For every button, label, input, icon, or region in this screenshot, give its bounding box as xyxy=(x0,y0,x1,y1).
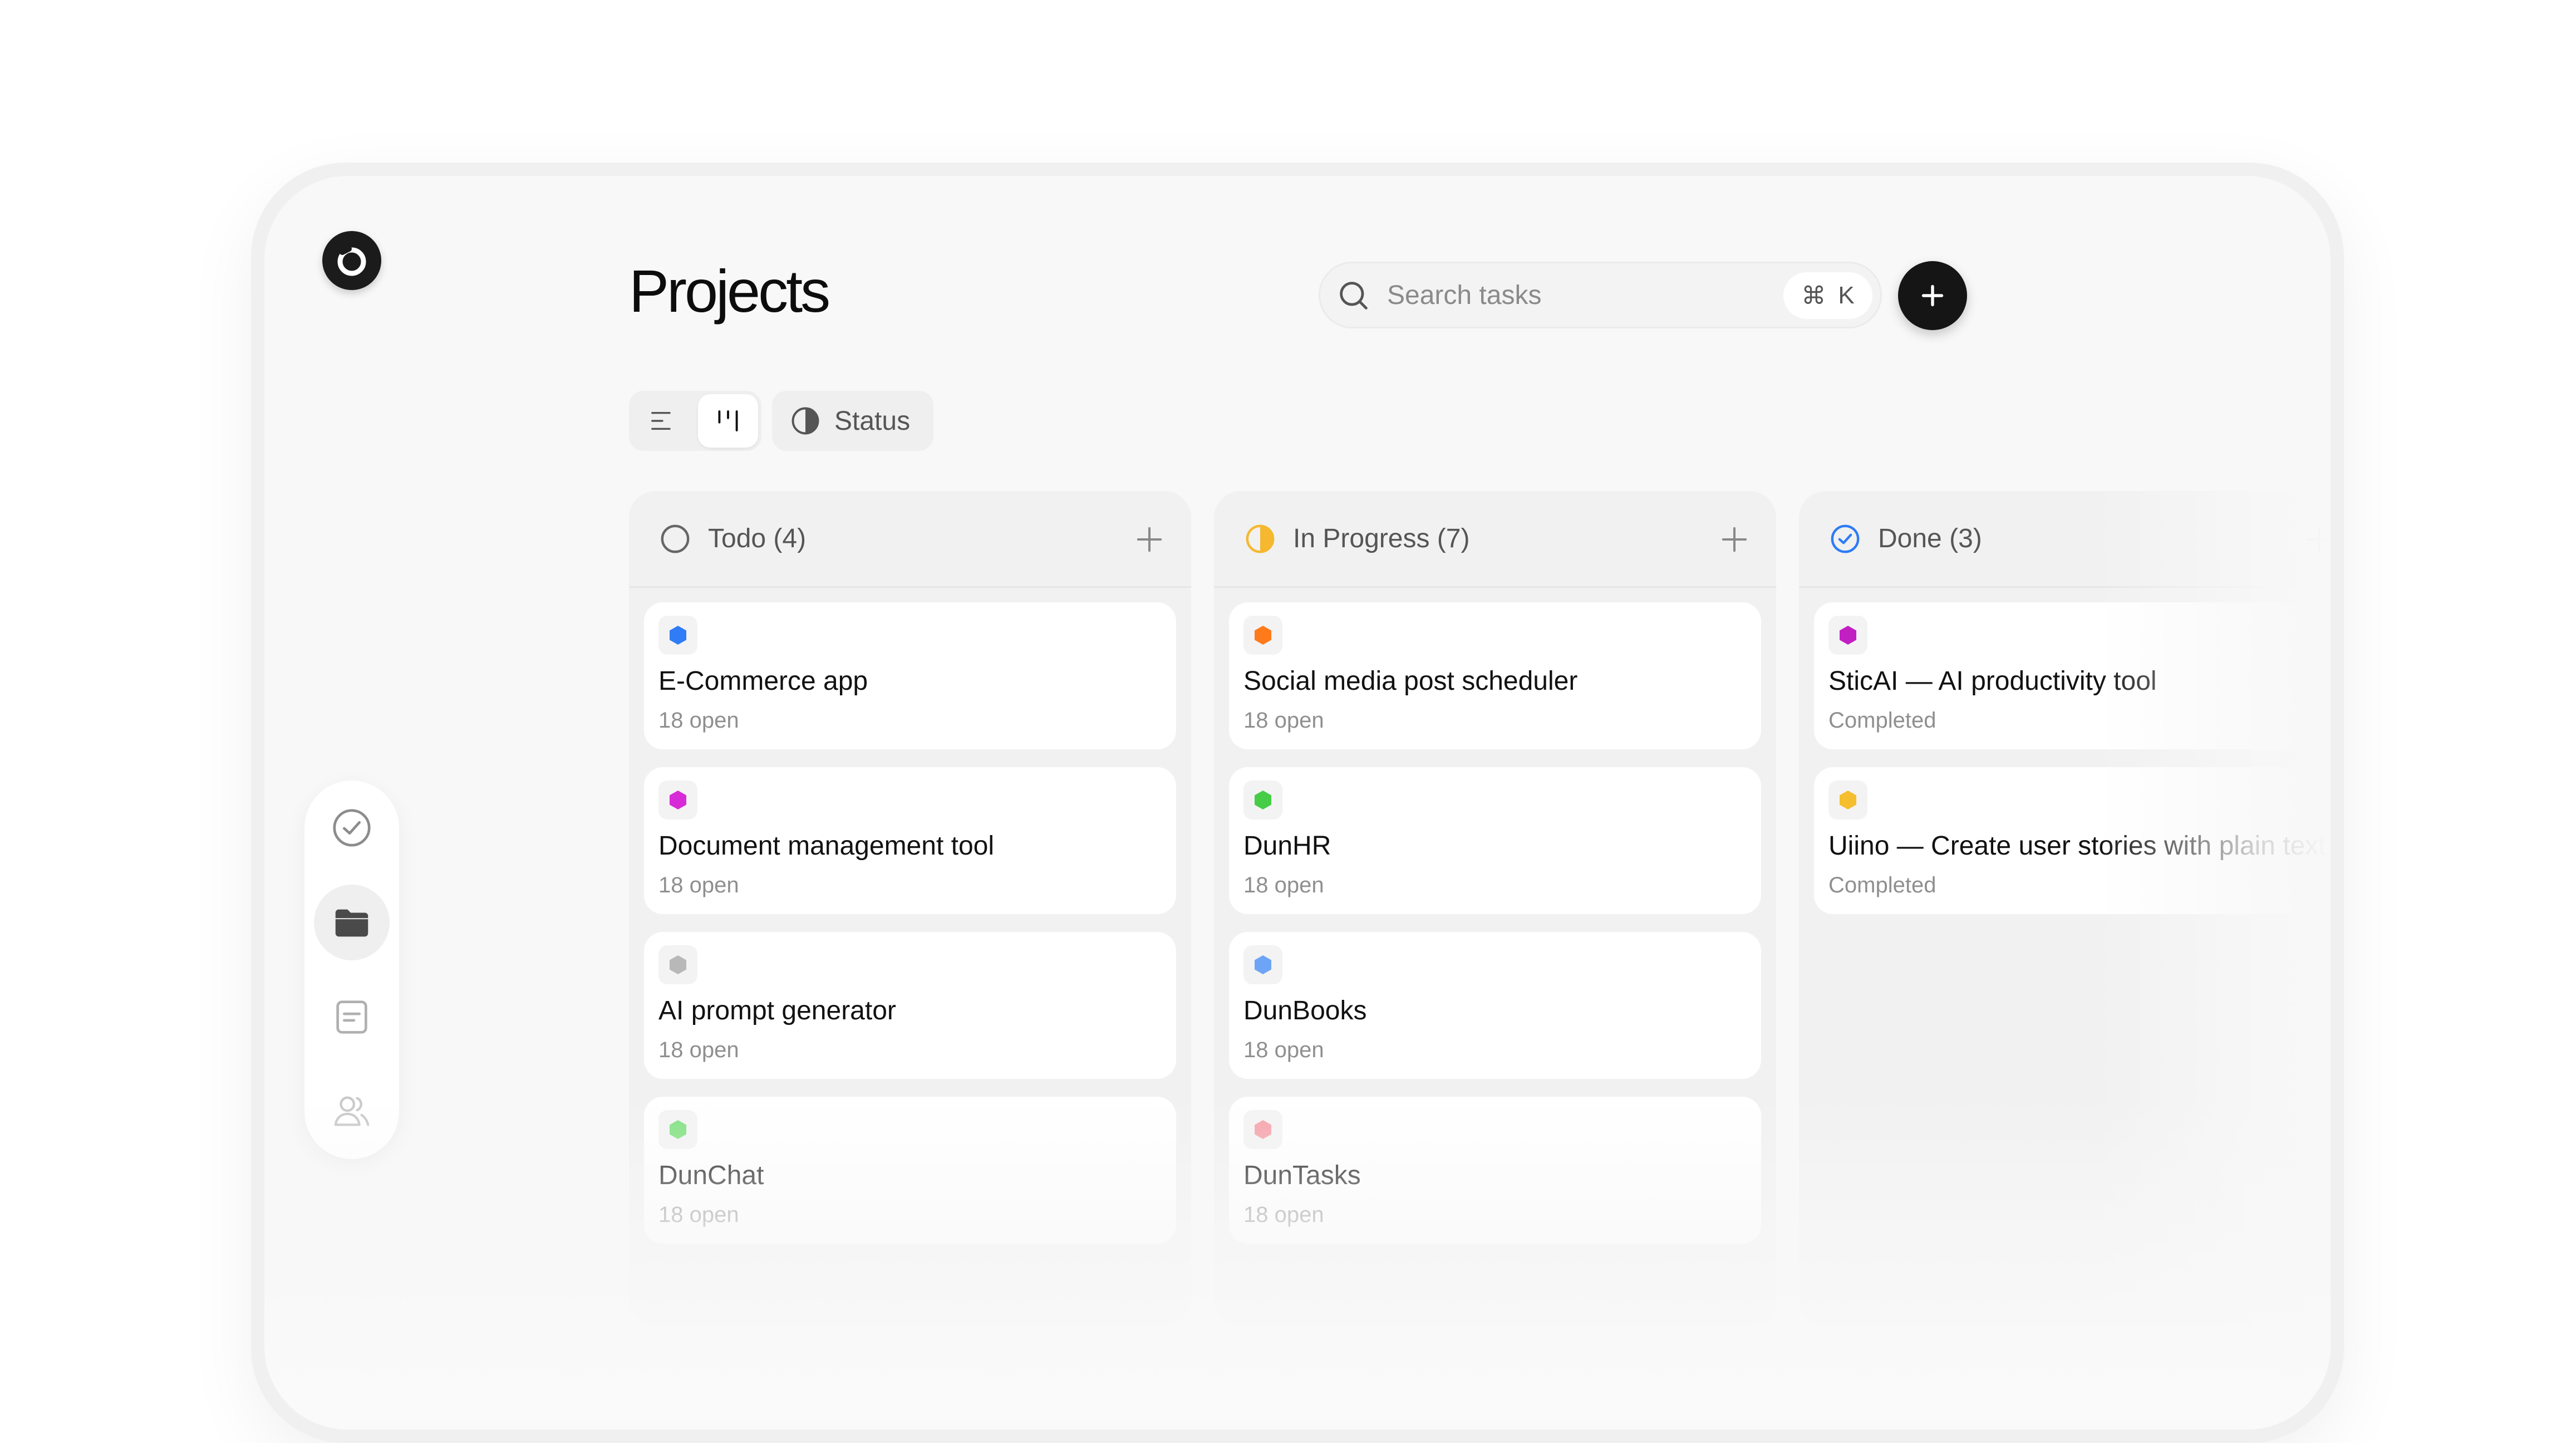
todo-status-icon xyxy=(661,524,690,553)
in-progress-status-icon xyxy=(1246,524,1275,553)
shortcut-hint: ⌘ K xyxy=(1783,272,1872,319)
project-open-count: 18 open xyxy=(658,1038,739,1062)
column-title: Todo (4) xyxy=(708,524,807,553)
project-open-count: 18 open xyxy=(658,873,739,897)
project-open-count: 18 open xyxy=(1243,873,1324,897)
hexagon-icon xyxy=(1255,626,1271,645)
project-color-chip xyxy=(658,781,697,819)
project-title: Uiino — Create user stories with plain t… xyxy=(1828,831,2326,861)
project-color-chip xyxy=(1243,616,1282,655)
project-color-chip xyxy=(658,616,697,655)
hexagon-icon xyxy=(670,626,686,645)
command-key: ⌘ xyxy=(1801,282,1826,310)
project-title: DunHR xyxy=(1243,831,1331,861)
add-card-icon[interactable] xyxy=(2302,522,2331,557)
device-frame: Projects Search tasks ⌘ K Status Todo (4… xyxy=(251,163,2344,1443)
hexagon-icon xyxy=(1840,626,1856,645)
nav-tasks[interactable] xyxy=(314,790,390,866)
hexagon-icon xyxy=(1840,791,1856,809)
project-title: Document management tool xyxy=(658,831,994,861)
project-color-chip xyxy=(1243,945,1282,984)
project-status-text: Completed xyxy=(1828,708,1936,733)
add-card-icon[interactable] xyxy=(1132,522,1167,557)
shortcut-key: K xyxy=(1838,282,1855,309)
search-placeholder: Search tasks xyxy=(1387,281,1542,310)
project-color-chip xyxy=(1828,781,1867,819)
status-filter-button[interactable]: Status xyxy=(772,391,933,451)
project-status-text: Completed xyxy=(1828,873,1936,897)
column-header: In Progress (7) xyxy=(1214,491,1776,588)
column-title: Done (3) xyxy=(1878,524,1982,553)
nav-docs[interactable] xyxy=(314,979,390,1055)
plus-icon xyxy=(1921,284,1944,307)
project-card[interactable]: Uiino — Create user stories with plain t… xyxy=(1814,767,2331,914)
list-view-button[interactable] xyxy=(632,394,692,448)
project-open-count: 18 open xyxy=(1243,708,1324,733)
project-title: Social media post scheduler xyxy=(1243,666,1578,696)
project-card[interactable]: E-Commerce app 18 open xyxy=(644,602,1176,749)
hexagon-icon xyxy=(1255,1120,1271,1139)
page-title: Projects xyxy=(629,257,830,325)
project-open-count: 18 open xyxy=(658,1202,739,1227)
project-open-count: 18 open xyxy=(1243,1038,1324,1062)
project-card[interactable]: DunTasks 18 open xyxy=(1229,1097,1761,1244)
project-open-count: 18 open xyxy=(658,708,739,733)
project-title: AI prompt generator xyxy=(658,996,896,1025)
project-title: E-Commerce app xyxy=(658,666,868,696)
board-view-button[interactable] xyxy=(698,394,758,448)
search-icon xyxy=(1340,282,1368,310)
done-status-icon xyxy=(1831,524,1860,553)
hexagon-icon xyxy=(670,791,686,809)
column-in-progress: In Progress (7) Social media post schedu… xyxy=(1214,491,1776,1326)
folder-icon xyxy=(335,909,368,937)
logo-icon[interactable] xyxy=(322,231,381,290)
project-title: DunChat xyxy=(658,1161,764,1190)
project-card[interactable]: DunHR 18 open xyxy=(1229,767,1761,914)
side-nav xyxy=(304,781,399,1159)
column-header: Done (3) xyxy=(1799,491,2331,588)
view-toggle xyxy=(629,391,761,451)
project-card[interactable]: DunBooks 18 open xyxy=(1229,932,1761,1079)
half-circle-icon xyxy=(792,407,819,435)
project-color-chip xyxy=(1243,781,1282,819)
users-icon xyxy=(334,1096,370,1126)
status-filter-label: Status xyxy=(834,406,911,436)
project-color-chip xyxy=(658,1110,697,1149)
project-card[interactable]: SticAI — AI productivity tool Completed xyxy=(1814,602,2331,749)
hexagon-icon xyxy=(1255,791,1271,809)
app-window: Projects Search tasks ⌘ K Status Todo (4… xyxy=(264,176,2331,1430)
search-input[interactable]: Search tasks ⌘ K xyxy=(1319,262,1882,328)
project-card[interactable]: Social media post scheduler 18 open xyxy=(1229,602,1761,749)
column-todo: Todo (4) E-Commerce app 18 open Document… xyxy=(629,491,1191,1326)
project-color-chip xyxy=(658,945,697,984)
nav-projects[interactable] xyxy=(314,885,390,960)
project-title: DunTasks xyxy=(1243,1161,1361,1190)
add-card-icon[interactable] xyxy=(1717,522,1752,557)
hexagon-icon xyxy=(670,955,686,974)
hexagon-icon xyxy=(1255,955,1271,974)
hexagon-icon xyxy=(670,1120,686,1139)
project-card[interactable]: Document management tool 18 open xyxy=(644,767,1176,914)
project-open-count: 18 open xyxy=(1243,1202,1324,1227)
column-header: Todo (4) xyxy=(629,491,1191,588)
document-icon xyxy=(336,1000,367,1034)
project-card[interactable]: AI prompt generator 18 open xyxy=(644,932,1176,1079)
project-title: SticAI — AI productivity tool xyxy=(1828,666,2157,696)
board-view-icon xyxy=(718,410,738,431)
nav-team[interactable] xyxy=(314,1074,390,1150)
add-project-button[interactable] xyxy=(1898,261,1967,330)
check-circle-icon xyxy=(333,809,371,847)
project-color-chip xyxy=(1243,1110,1282,1149)
project-title: DunBooks xyxy=(1243,996,1367,1025)
list-view-icon xyxy=(651,412,671,430)
project-color-chip xyxy=(1828,616,1867,655)
column-done: Done (3) SticAI — AI productivity tool C… xyxy=(1799,491,2331,1326)
column-title: In Progress (7) xyxy=(1293,524,1470,553)
project-card[interactable]: DunChat 18 open xyxy=(644,1097,1176,1244)
